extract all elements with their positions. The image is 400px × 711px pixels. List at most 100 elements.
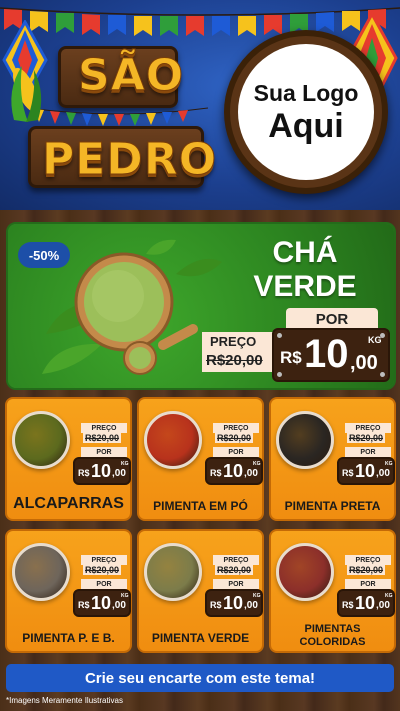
hero-title-line2: VERDE (253, 270, 357, 303)
product-card: PREÇO R$20,00 POR R$ 10,00 KG PIMENTA VERDE (137, 529, 264, 653)
preco-label: PREÇO (345, 423, 391, 433)
old-price: R$20,00 (83, 433, 122, 443)
new-price-box: R$ 10,00 KG (337, 457, 395, 485)
product-name-line1: PIMENTAS (304, 623, 361, 635)
new-price-box: R$ 10,00 KG (205, 457, 263, 485)
por-label: POR (81, 579, 127, 589)
currency-symbol: R$ (342, 468, 354, 478)
product-name: PIMENTA EM PÓ (153, 499, 248, 513)
logo-text-line1: Sua Logo (253, 79, 359, 106)
price-cents: ,00 (244, 468, 258, 479)
product-bowl-icon (276, 543, 334, 601)
price-tag: PREÇO R$20,00 POR R$ 10,00 KG (71, 555, 131, 619)
new-price-box: R$ 10 ,00 KG (272, 328, 390, 382)
price-cents: ,00 (112, 600, 126, 611)
por-label: POR (345, 447, 391, 457)
header-banner: SÃO PEDRO Sua Logo Aqui (0, 0, 400, 215)
cta-banner[interactable]: Crie seu encarte com este tema! (6, 664, 394, 692)
price-tag: PREÇO R$20,00 POR R$ 10,00 KG (71, 423, 131, 487)
hero-product-title: CHÁ VERDE (244, 236, 366, 304)
product-card: PREÇO R$20,00 POR R$ 10,00 KG PIMENTAS COLORIDA… (269, 529, 396, 653)
price-cents: ,00 (376, 468, 390, 479)
new-price-box: R$ 10,00 KG (205, 589, 263, 617)
preco-label: PREÇO (213, 555, 259, 565)
logo-text-line2: Aqui (268, 106, 344, 145)
preco-label: PREÇO (345, 555, 391, 565)
unit-label: KG (385, 593, 393, 599)
unit-label: KG (121, 461, 129, 467)
price-cents: ,00 (244, 600, 258, 611)
corn-icon (11, 66, 42, 122)
price-tag: PREÇO R$20,00 POR R$ 10,00 KG (335, 423, 395, 487)
price-integer: 10 (355, 593, 376, 613)
preco-label: PREÇO (81, 555, 127, 565)
price-integer: 10 (91, 593, 112, 613)
discount-badge: -50% (18, 242, 70, 268)
product-name: PIMENTAS COLORIDAS (271, 623, 394, 649)
product-name: PIMENTA PRETA (284, 499, 381, 513)
product-card: PREÇO R$20,00 POR R$ 10,00 KG PIMENTA PRETA (269, 397, 396, 521)
product-bowl-icon (12, 411, 70, 469)
por-label: POR (81, 447, 127, 457)
por-label: POR (286, 308, 378, 330)
price-tag: PREÇO R$20,00 POR R$ 10,00 KG (335, 555, 395, 619)
product-bowl-icon (144, 411, 202, 469)
old-price: R$20,00 (347, 565, 386, 575)
hero-price-tag: POR PREÇO R$20,00 R$ 10 ,00 KG (198, 306, 392, 384)
logo-badge: Sua Logo Aqui (224, 30, 388, 194)
por-label: POR (213, 579, 259, 589)
product-name: ALCAPARRAS (13, 495, 124, 512)
preco-label: PREÇO (202, 332, 276, 350)
product-bowl-icon (144, 543, 202, 601)
product-name: PIMENTA VERDE (151, 631, 250, 645)
price-integer: 10 (91, 461, 112, 481)
title-line-sao: SÃO (77, 50, 185, 102)
currency-symbol: R$ (210, 468, 222, 478)
sao-pedro-title: SÃO PEDRO (28, 40, 217, 190)
preco-label: PREÇO (81, 423, 127, 433)
product-name: PIMENTA P. E B. (22, 631, 115, 645)
disclaimer-text: *Imagens Meramente Ilustrativas (6, 696, 123, 705)
price-cents: ,00 (350, 352, 378, 374)
old-price: R$20,00 (83, 565, 122, 575)
unit-label: KG (385, 461, 393, 467)
bunting-icon (28, 107, 208, 126)
currency-symbol: R$ (280, 348, 302, 367)
old-price: R$20,00 (215, 433, 254, 443)
product-card: PREÇO R$20,00 POR R$ 10,00 KG ALCAPARRAS (5, 397, 132, 521)
old-price: R$20,00 (206, 352, 263, 369)
price-tag: PREÇO R$20,00 POR R$ 10,00 KG (203, 555, 263, 619)
price-integer: 10 (223, 593, 244, 613)
title-line-pedro: PEDRO (41, 134, 218, 186)
new-price-box: R$ 10,00 KG (73, 457, 131, 485)
unit-label: KG (253, 593, 261, 599)
price-integer: 10 (304, 332, 349, 376)
price-tag: PREÇO R$20,00 POR R$ 10,00 KG (203, 423, 263, 487)
new-price-box: R$ 10,00 KG (73, 589, 131, 617)
price-integer: 10 (223, 461, 244, 481)
price-integer: 10 (355, 461, 376, 481)
preco-label: PREÇO (213, 423, 259, 433)
currency-symbol: R$ (342, 600, 354, 610)
old-price: R$20,00 (347, 433, 386, 443)
product-name-line2: COLORIDAS (299, 636, 366, 648)
product-card: PREÇO R$20,00 POR R$ 10,00 KG PIMENTA EM PÓ (137, 397, 264, 521)
price-cents: ,00 (112, 468, 126, 479)
product-bowl-icon (12, 543, 70, 601)
por-label: POR (213, 447, 259, 457)
currency-symbol: R$ (78, 468, 90, 478)
price-cents: ,00 (376, 600, 390, 611)
hero-title-line1: CHÁ (272, 236, 338, 269)
currency-symbol: R$ (210, 600, 222, 610)
currency-symbol: R$ (78, 600, 90, 610)
product-bowl-icon (276, 411, 334, 469)
featured-product-card: -50% CHÁ VERDE POR PREÇO R$20,00 R$ 10 ,… (6, 222, 396, 390)
logo-placeholder: Sua Logo Aqui (238, 44, 374, 180)
unit-label: KG (121, 593, 129, 599)
festa-junina-flags-icon (0, 7, 400, 36)
unit-label: KG (253, 461, 261, 467)
por-label: POR (345, 579, 391, 589)
old-price: R$20,00 (215, 565, 254, 575)
new-price-box: R$ 10,00 KG (337, 589, 395, 617)
product-card: PREÇO R$20,00 POR R$ 10,00 KG PIMENTA P. E B. (5, 529, 132, 653)
